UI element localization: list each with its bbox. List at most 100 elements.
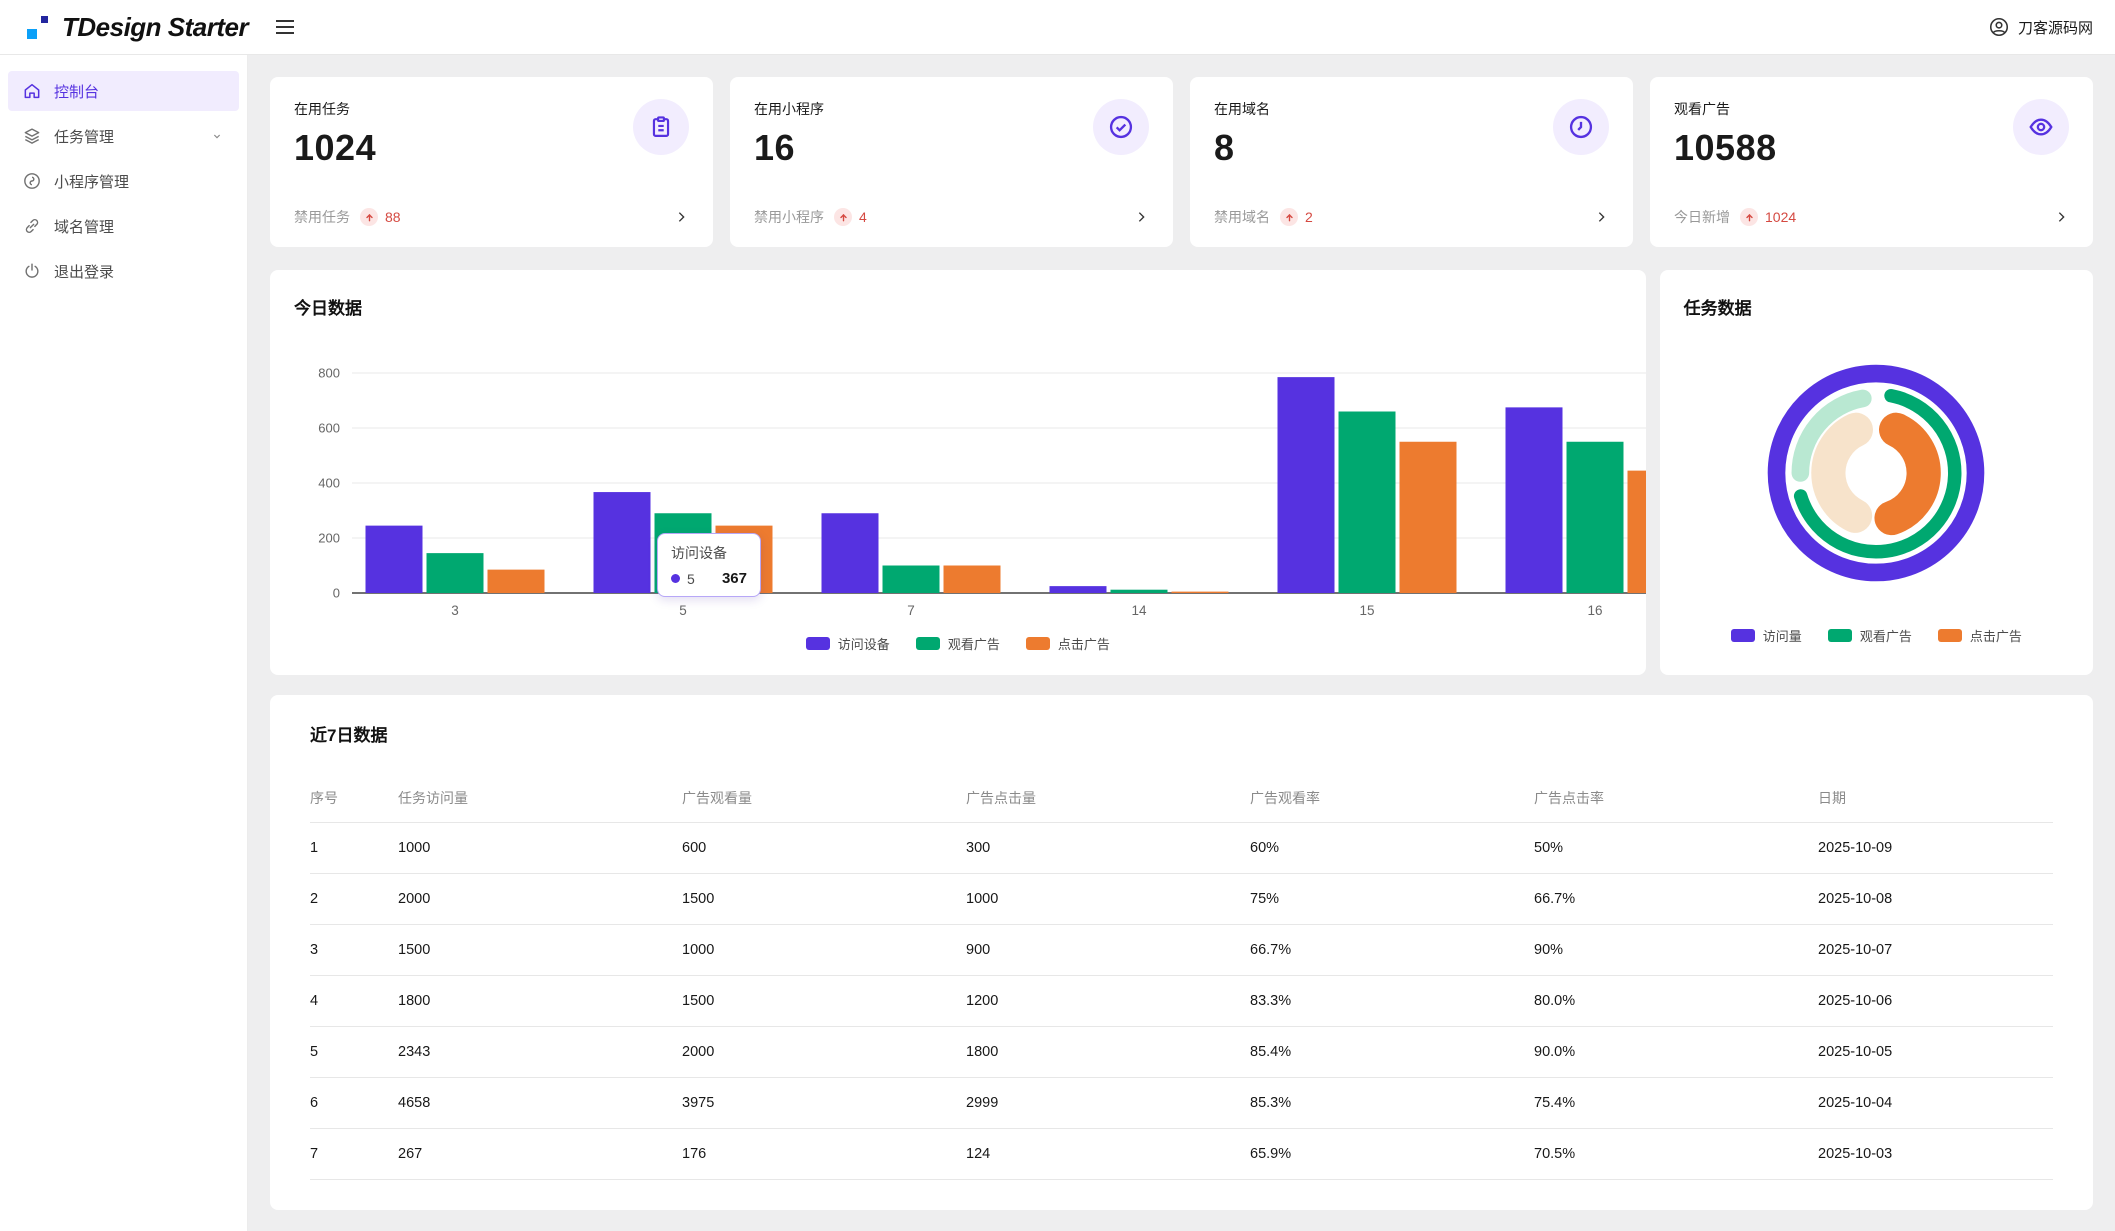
- clipboard-icon: [633, 99, 689, 155]
- logo[interactable]: TDesign Starter: [0, 12, 249, 43]
- table-cell: 600: [682, 822, 966, 874]
- bar-观看广告-16[interactable]: [1566, 441, 1624, 593]
- top-bar: TDesign Starter 刀客源码网: [0, 0, 2115, 55]
- stat-footer-value: 1024: [1765, 209, 1797, 225]
- table-cell: 7: [310, 1128, 398, 1180]
- legend-item-观看广告[interactable]: 观看广告: [915, 634, 1000, 653]
- table-cell: 4: [310, 975, 398, 1027]
- sidebar-item-label: 控制台: [54, 83, 100, 101]
- stat-card-miniprograms: 在用小程序 16 禁用小程序 4: [730, 77, 1173, 247]
- bar-观看广告-14[interactable]: [1110, 589, 1168, 593]
- chevron-right-icon[interactable]: [673, 209, 689, 225]
- table-row: 4 1800 1500 1200 83.3% 80.0% 2025-10-06: [310, 975, 2053, 1027]
- chevron-right-icon[interactable]: [2053, 209, 2069, 225]
- sidebar-item-domains[interactable]: 域名管理: [8, 206, 239, 246]
- legend-item-访问量[interactable]: 访问量: [1730, 626, 1802, 645]
- table-cell: 1500: [398, 924, 682, 976]
- bar-点击广告-14[interactable]: [1171, 591, 1229, 593]
- today-data-card: 今日数据 0 200 400 600 800 3 5 7 14 15 16 访问设备 观看广告 点击广告…: [270, 270, 1646, 675]
- stat-title: 在用域名: [1214, 101, 1270, 117]
- table-cell: 2025-10-07: [1818, 924, 2053, 976]
- bar-观看广告-7[interactable]: [882, 565, 940, 594]
- power-icon: [22, 261, 42, 281]
- bar-访问设备-5[interactable]: [593, 492, 651, 593]
- x-axis-tick: 3: [451, 603, 459, 618]
- stat-footer: 今日新增 1024: [1674, 207, 2069, 227]
- stat-title: 观看广告: [1674, 101, 1730, 117]
- layers-icon: [22, 126, 42, 146]
- sidebar-item-label: 域名管理: [54, 218, 115, 236]
- legend-label: 访问设备: [837, 637, 890, 652]
- table-cell: 1800: [398, 975, 682, 1027]
- table-column-header: 广告点击量: [966, 774, 1250, 823]
- legend-label: 访问量: [1762, 629, 1802, 644]
- table-cell: 1: [310, 822, 398, 874]
- table-row: 1 1000 600 300 60% 50% 2025-10-09: [310, 822, 2053, 874]
- bar-访问设备-7[interactable]: [821, 513, 879, 593]
- table-cell: 1200: [966, 975, 1250, 1027]
- chevron-right-icon[interactable]: [1133, 209, 1149, 225]
- table-cell: 66.7%: [1250, 924, 1534, 976]
- eye-icon: [2013, 99, 2069, 155]
- legend-item-访问设备[interactable]: 访问设备: [805, 634, 890, 653]
- user-icon: [1989, 17, 2009, 37]
- table-column-header: 日期: [1818, 774, 2053, 823]
- sidebar-item-miniprogram[interactable]: 小程序管理: [8, 161, 239, 201]
- sidebar-item-logout[interactable]: 退出登录: [8, 251, 239, 291]
- bar-访问设备-15[interactable]: [1277, 377, 1335, 593]
- last7days-card: 近7日数据 序号 任务访问量 广告观看量 广告点击量 广告观看率 广告点击率 日期 1 100…: [270, 695, 2093, 1210]
- stat-footer-label: 禁用小程序: [754, 209, 824, 225]
- link-icon: [22, 216, 42, 236]
- chevron-right-icon[interactable]: [1593, 209, 1609, 225]
- legend-swatch-icon: [1937, 629, 1962, 642]
- arrow-up-icon: [360, 208, 378, 226]
- bar-点击广告-7[interactable]: [943, 565, 1001, 594]
- table-cell: 65.9%: [1250, 1128, 1534, 1180]
- table-cell: 2999: [966, 1077, 1250, 1129]
- table-column-header: 广告观看量: [682, 774, 966, 823]
- y-axis-tick: 400: [318, 476, 340, 491]
- task-donut-chart[interactable]: [1762, 359, 1990, 592]
- bar-点击广告-3[interactable]: [487, 569, 545, 593]
- table-header-row: 序号 任务访问量 广告观看量 广告点击量 广告观看率 广告点击率 日期: [310, 774, 2053, 823]
- bar-观看广告-15[interactable]: [1338, 411, 1396, 594]
- table-cell: 75%: [1250, 873, 1534, 925]
- main-content: 在用任务 1024 禁用任务 88 在用小程序 16 禁用小程序 4 在用域名 …: [248, 55, 2115, 1231]
- table-cell: 3: [310, 924, 398, 976]
- y-axis-tick: 200: [318, 531, 340, 546]
- bar-访问设备-16[interactable]: [1505, 407, 1563, 593]
- bar-点击广告-16[interactable]: [1627, 470, 1646, 593]
- stat-footer-label: 禁用域名: [1214, 209, 1270, 225]
- stat-card-ad-views: 观看广告 10588 今日新增 1024: [1650, 77, 2093, 247]
- table-cell: 1500: [682, 975, 966, 1027]
- sidebar-item-label: 任务管理: [54, 128, 115, 146]
- stat-value: 1024: [294, 127, 377, 168]
- bar-观看广告-3[interactable]: [426, 553, 484, 593]
- table-title: 近7日数据: [310, 726, 388, 745]
- today-bar-chart[interactable]: 0 200 400 600 800 3 5 7 14 15 16: [294, 323, 1646, 628]
- legend-item-观看广告[interactable]: 观看广告: [1827, 626, 1912, 645]
- stat-value: 10588: [1674, 127, 1777, 168]
- series-dot-icon: [671, 574, 680, 583]
- legend-swatch-icon: [805, 637, 830, 650]
- bar-访问设备-3[interactable]: [365, 525, 423, 593]
- legend-item-点击广告[interactable]: 点击广告: [1025, 634, 1110, 653]
- menu-toggle-icon[interactable]: [276, 15, 300, 39]
- task-data-card: 任务数据 访问量 观看广告 点击广告: [1659, 270, 2093, 675]
- stat-footer: 禁用任务 88: [294, 207, 689, 227]
- bar-访问设备-14[interactable]: [1049, 586, 1107, 593]
- table-row: 2 2000 1500 1000 75% 66.7% 2025-10-08: [310, 873, 2053, 925]
- chart-title: 任务数据: [1683, 299, 1752, 318]
- legend-label: 点击广告: [1969, 629, 2022, 644]
- table-column-header: 广告点击率: [1534, 774, 1818, 823]
- table-column-header: 序号: [310, 774, 398, 823]
- table-row: 7 267 176 124 65.9% 70.5% 2025-10-03: [310, 1128, 2053, 1180]
- sidebar-item-dashboard[interactable]: 控制台: [8, 71, 239, 111]
- legend-item-点击广告[interactable]: 点击广告: [1937, 626, 2022, 645]
- tooltip-title: 访问设备: [671, 545, 727, 561]
- bar-点击广告-15[interactable]: [1399, 441, 1457, 593]
- sidebar-item-tasks[interactable]: 任务管理: [8, 116, 239, 156]
- clock-icon: [1553, 99, 1609, 155]
- table-cell: 124: [966, 1128, 1250, 1180]
- user-menu[interactable]: 刀客源码网: [1988, 16, 2115, 38]
